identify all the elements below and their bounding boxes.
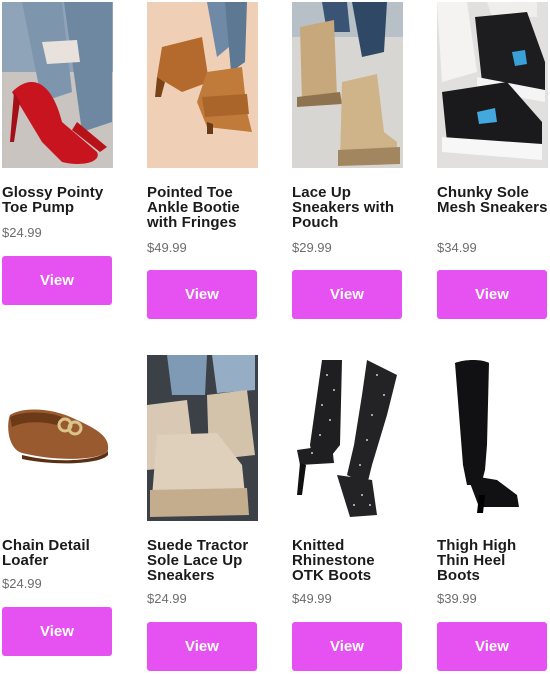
- product-price: $29.99: [292, 240, 332, 255]
- product-name[interactable]: Chunky Sole Mesh Sneakers: [437, 185, 549, 215]
- product-image[interactable]: [2, 2, 113, 168]
- view-button[interactable]: View: [437, 270, 547, 319]
- black-thigh-high-boot-icon: [437, 355, 548, 521]
- product-name[interactable]: Knitted Rhinestone OTK Boots: [292, 538, 404, 583]
- tan-fringe-bootie-icon: [147, 2, 258, 168]
- red-pump-heel-icon: [2, 2, 113, 168]
- product-price: $24.99: [2, 225, 42, 240]
- product-price: $24.99: [2, 576, 42, 591]
- product-grid: Glossy Pointy Toe Pump $24.99 View Point…: [0, 0, 550, 674]
- black-chunky-sneaker-icon: [437, 2, 548, 168]
- product-name[interactable]: Glossy Pointy Toe Pump: [2, 185, 114, 215]
- product-image[interactable]: [437, 2, 548, 168]
- product-price: $39.99: [437, 591, 477, 606]
- product-price: $49.99: [147, 240, 187, 255]
- brown-chain-loafer-icon: [2, 355, 113, 521]
- product-image[interactable]: [437, 355, 548, 521]
- product-image[interactable]: [147, 355, 258, 521]
- product-price: $49.99: [292, 591, 332, 606]
- view-button[interactable]: View: [147, 622, 257, 671]
- product-name[interactable]: Pointed Toe Ankle Bootie with Fringes: [147, 185, 259, 230]
- product-image[interactable]: [2, 355, 113, 521]
- product-name[interactable]: Lace Up Sneakers with Pouch: [292, 185, 404, 230]
- suede-tractor-boot-icon: [147, 355, 258, 521]
- beige-lace-up-boot-icon: [292, 2, 403, 168]
- product-name[interactable]: Suede Tractor Sole Lace Up Sneakers: [147, 538, 259, 583]
- product-image[interactable]: [292, 355, 403, 521]
- view-button[interactable]: View: [147, 270, 257, 319]
- rhinestone-otk-boot-icon: [292, 355, 403, 521]
- view-button[interactable]: View: [2, 607, 112, 656]
- view-button[interactable]: View: [292, 622, 402, 671]
- product-image[interactable]: [292, 2, 403, 168]
- view-button[interactable]: View: [2, 256, 112, 305]
- product-price: $24.99: [147, 591, 187, 606]
- view-button[interactable]: View: [437, 622, 547, 671]
- product-name[interactable]: Chain Detail Loafer: [2, 538, 114, 568]
- product-name[interactable]: Thigh High Thin Heel Boots: [437, 538, 549, 583]
- product-image[interactable]: [147, 2, 258, 168]
- view-button[interactable]: View: [292, 270, 402, 319]
- product-price: $34.99: [437, 240, 477, 255]
